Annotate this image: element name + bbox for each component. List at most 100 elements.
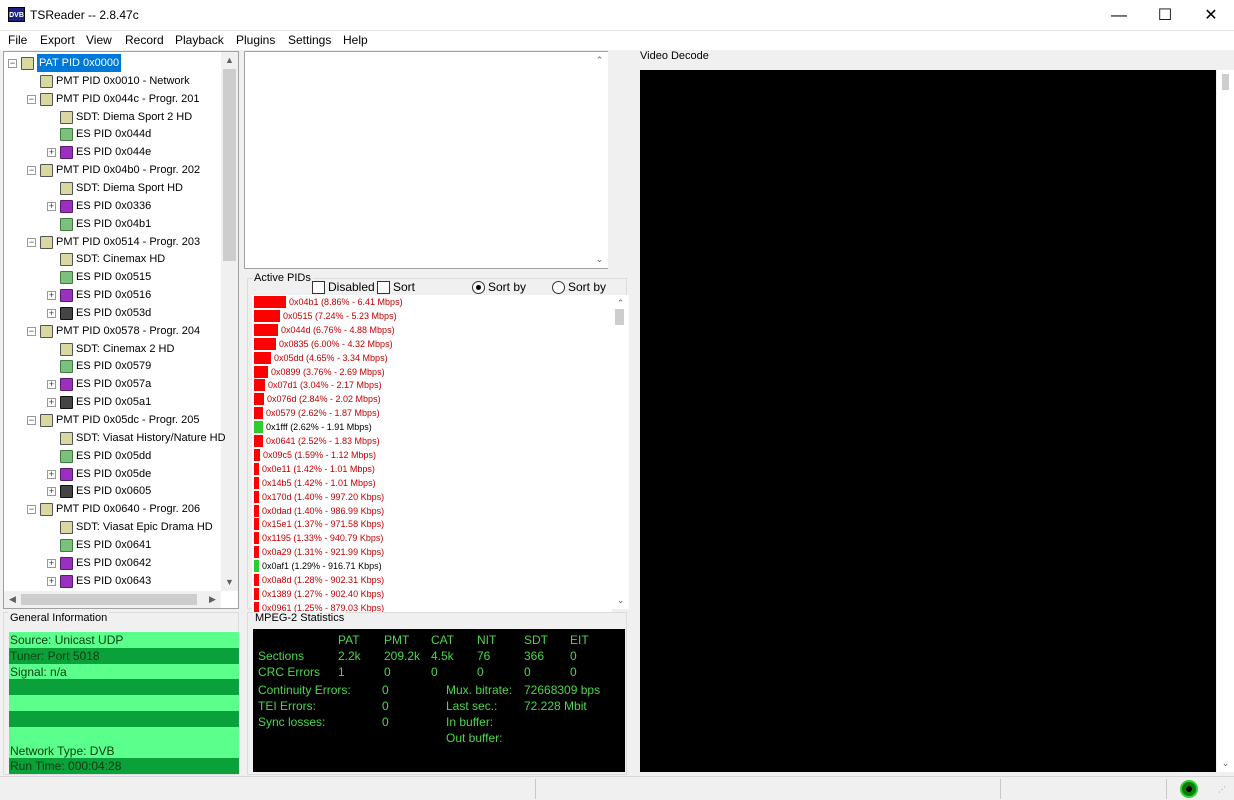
collapse-icon[interactable]: −: [27, 505, 36, 515]
scroll-left-arrow-icon[interactable]: ◀: [4, 591, 21, 608]
pid-row[interactable]: 0x0a8d (1.28% - 902.31 Kbps): [252, 573, 610, 587]
tree-item[interactable]: + ES PID 0x0643: [4, 572, 221, 590]
collapse-icon[interactable]: −: [27, 166, 36, 176]
scroll-down-arrow-icon[interactable]: ⌄: [612, 592, 629, 609]
tree-item[interactable]: − PMT PID 0x044c - Progr. 201: [4, 90, 221, 108]
pid-detail-panel[interactable]: ⌃ ⌄: [244, 51, 608, 269]
menu-settings[interactable]: Settings: [288, 33, 331, 47]
pid-row[interactable]: 0x0a29 (1.31% - 921.99 Kbps): [252, 545, 610, 559]
pid-row[interactable]: 0x170d (1.40% - 997.20 Kbps): [252, 490, 610, 504]
radio-selected[interactable]: [472, 281, 485, 294]
tree-item[interactable]: − PAT PID 0x0000: [4, 54, 221, 72]
pid-row[interactable]: 0x05dd (4.65% - 3.34 Mbps): [252, 351, 610, 365]
pid-row[interactable]: 0x0899 (3.76% - 2.69 Mbps): [252, 365, 610, 379]
pid-row[interactable]: 0x15e1 (1.37% - 971.58 Kbps): [252, 517, 610, 531]
checkbox-box[interactable]: [377, 281, 390, 294]
tree-item[interactable]: SDT: Viasat History/Nature HD: [4, 429, 226, 447]
tree-item[interactable]: ES PID 0x044d: [4, 125, 221, 143]
pid-row[interactable]: 0x14b5 (1.42% - 1.01 Mbps): [252, 476, 610, 490]
video-vertical-scrollbar[interactable]: ⌃ ⌄: [1217, 70, 1234, 772]
menu-help[interactable]: Help: [343, 33, 368, 47]
checkbox-box[interactable]: [312, 281, 325, 294]
scroll-up-arrow-icon[interactable]: ⌃: [591, 52, 608, 69]
expand-icon[interactable]: +: [47, 201, 56, 211]
scroll-thumb[interactable]: [223, 69, 236, 261]
pid-row[interactable]: 0x0579 (2.62% - 1.87 Mbps): [252, 406, 610, 420]
collapse-icon[interactable]: −: [27, 237, 36, 247]
pid-row[interactable]: 0x09c5 (1.59% - 1.12 Mbps): [252, 448, 610, 462]
tree-item[interactable]: PMT PID 0x0010 - Network: [4, 72, 221, 90]
expand-icon[interactable]: +: [47, 291, 56, 301]
menu-file[interactable]: File: [8, 33, 27, 47]
expand-icon[interactable]: +: [47, 380, 56, 390]
expand-icon[interactable]: +: [47, 148, 56, 158]
tree-item[interactable]: − PMT PID 0x05dc - Progr. 205: [4, 411, 221, 429]
tree-item[interactable]: SDT: Cinemax HD: [4, 250, 221, 268]
tree-item[interactable]: ES PID 0x0579: [4, 357, 221, 375]
maximize-button[interactable]: ☐: [1142, 0, 1188, 31]
tree-item[interactable]: + ES PID 0x044e: [4, 143, 221, 161]
tree-item[interactable]: − PMT PID 0x0578 - Progr. 204: [4, 322, 221, 340]
disabled-checkbox[interactable]: Disabled: [312, 279, 375, 295]
tree-item[interactable]: ES PID 0x0641: [4, 536, 221, 554]
expand-icon[interactable]: +: [47, 576, 56, 586]
pid-row[interactable]: 0x0dad (1.40% - 986.99 Kbps): [252, 504, 610, 518]
video-output[interactable]: [640, 70, 1216, 772]
collapse-icon[interactable]: −: [27, 94, 36, 104]
tree-item[interactable]: + ES PID 0x05de: [4, 465, 221, 483]
pids-vertical-scrollbar[interactable]: ⌃ ⌄: [612, 295, 629, 609]
tree-item[interactable]: + ES PID 0x053d: [4, 304, 221, 322]
tree-item[interactable]: SDT: Diema Sport 2 HD: [4, 108, 221, 126]
pid-row[interactable]: 0x0515 (7.24% - 5.23 Mbps): [252, 309, 610, 323]
expand-icon[interactable]: +: [47, 558, 56, 568]
scroll-down-arrow-icon[interactable]: ▼: [221, 574, 238, 591]
radio-unselected[interactable]: [552, 281, 565, 294]
scroll-thumb[interactable]: [1222, 74, 1229, 90]
pid-row[interactable]: 0x044d (6.76% - 4.88 Mbps): [252, 323, 610, 337]
tree-item[interactable]: + ES PID 0x0516: [4, 286, 221, 304]
pid-row[interactable]: 0x07d1 (3.04% - 2.17 Mbps): [252, 378, 610, 392]
active-pids-list[interactable]: 0x04b1 (8.86% - 6.41 Mbps) 0x0515 (7.24% …: [252, 295, 612, 613]
pid-row[interactable]: 0x0e11 (1.42% - 1.01 Mbps): [252, 462, 610, 476]
scroll-thumb[interactable]: [21, 594, 197, 605]
sort-by-rate-radio[interactable]: Sort by Rate: [472, 279, 550, 308]
expand-icon[interactable]: +: [47, 308, 56, 318]
collapse-icon[interactable]: −: [8, 59, 17, 68]
expand-icon[interactable]: +: [47, 469, 56, 479]
tree-item[interactable]: − PMT PID 0x0640 - Progr. 206: [4, 500, 221, 518]
menu-plugins[interactable]: Plugins: [236, 33, 275, 47]
pid-row[interactable]: 0x0835 (6.00% - 4.32 Mbps): [252, 337, 610, 351]
scroll-right-arrow-icon[interactable]: ▶: [204, 591, 221, 608]
tree-vertical-scrollbar[interactable]: ▲ ▼: [221, 52, 238, 591]
pid-row[interactable]: 0x04b1 (8.86% - 6.41 Mbps): [252, 295, 610, 309]
sort-descending-checkbox[interactable]: Sort Decending: [377, 279, 469, 308]
expand-icon[interactable]: +: [47, 398, 56, 408]
scroll-down-arrow-icon[interactable]: ⌄: [591, 251, 608, 268]
pid-row[interactable]: 0x0af1 (1.29% - 916.71 Kbps): [252, 559, 610, 573]
tree-item[interactable]: − PMT PID 0x04b0 - Progr. 202: [4, 161, 221, 179]
tree-item[interactable]: + ES PID 0x0336: [4, 197, 221, 215]
sort-by-pid-radio[interactable]: Sort by PID: [552, 279, 624, 308]
menu-export[interactable]: Export: [40, 33, 75, 47]
minimize-button[interactable]: —: [1096, 0, 1142, 31]
detail-vertical-scrollbar[interactable]: ⌃ ⌄: [591, 52, 608, 268]
scroll-thumb[interactable]: [615, 309, 624, 325]
pid-row[interactable]: 0x0641 (2.52% - 1.83 Mbps): [252, 434, 610, 448]
tree-horizontal-scrollbar[interactable]: ◀ ▶: [4, 591, 221, 608]
tree-item[interactable]: SDT: Viasat Epic Drama HD: [4, 518, 221, 536]
pid-row[interactable]: 0x1389 (1.27% - 902.40 Kbps): [252, 587, 610, 601]
pid-row[interactable]: 0x1195 (1.33% - 940.79 Kbps): [252, 531, 610, 545]
pid-row[interactable]: 0x076d (2.84% - 2.02 Mbps): [252, 392, 610, 406]
pid-row[interactable]: 0x1fff (2.62% - 1.91 Mbps): [252, 420, 610, 434]
scroll-down-arrow-icon[interactable]: ⌄: [1217, 755, 1234, 772]
resize-grip-icon[interactable]: ⋰: [1218, 785, 1230, 797]
tree-item[interactable]: − PMT PID 0x0514 - Progr. 203: [4, 233, 221, 251]
menu-record[interactable]: Record: [125, 33, 164, 47]
tree-item[interactable]: SDT: Diema Sport HD: [4, 179, 221, 197]
tree-item[interactable]: + ES PID 0x05a1: [4, 393, 221, 411]
tree-item[interactable]: ES PID 0x05dd: [4, 447, 221, 465]
collapse-icon[interactable]: −: [27, 416, 36, 425]
tree-item[interactable]: + ES PID 0x057a: [4, 375, 221, 393]
menu-playback[interactable]: Playback: [175, 33, 224, 47]
tree-item[interactable]: ES PID 0x04b1: [4, 215, 221, 233]
